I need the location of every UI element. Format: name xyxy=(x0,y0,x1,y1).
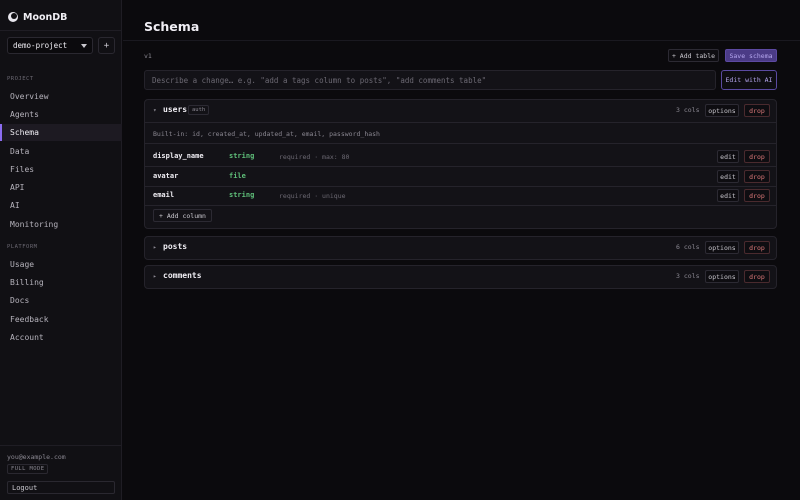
sidebar-item-agents[interactable]: Agents xyxy=(0,106,122,123)
field-row: display_name string required · max: 80 e… xyxy=(145,147,776,166)
auth-badge: auth xyxy=(188,105,210,115)
section-label-project: PROJECT xyxy=(7,76,34,82)
sidebar-item-monitoring[interactable]: Monitoring xyxy=(0,216,122,233)
table-header[interactable]: ▾ users auth 3 cols options drop xyxy=(145,100,776,122)
field-row: avatar file edit drop xyxy=(145,167,776,186)
table-name: posts xyxy=(163,242,188,251)
save-schema-button[interactable]: Save schema xyxy=(725,49,777,62)
table-options-button[interactable]: options xyxy=(705,270,739,283)
divider xyxy=(145,143,776,144)
field-row: email string required · unique edit drop xyxy=(145,186,776,205)
sidebar-item-ai[interactable]: AI xyxy=(0,197,122,214)
divider xyxy=(145,122,776,123)
column-count: 6 cols xyxy=(676,243,700,251)
sidebar-item-docs[interactable]: Docs xyxy=(0,292,122,309)
chevron-right-icon[interactable]: ▸ xyxy=(153,244,157,251)
add-table-button[interactable]: + Add table xyxy=(668,49,719,62)
drop-field-button[interactable]: drop xyxy=(744,150,770,163)
column-count: 3 cols xyxy=(676,272,700,280)
table-options-button[interactable]: options xyxy=(705,104,739,117)
page-title: Schema xyxy=(144,19,200,34)
divider xyxy=(145,205,776,206)
sidebar-item-data[interactable]: Data xyxy=(0,143,122,160)
edit-field-button[interactable]: edit xyxy=(717,150,739,163)
drop-table-button[interactable]: drop xyxy=(744,104,770,117)
ai-prompt-input[interactable]: Describe a change… e.g. "add a tags colu… xyxy=(144,70,716,90)
sidebar-item-overview[interactable]: Overview xyxy=(0,88,122,105)
logout-button[interactable]: Logout xyxy=(7,481,115,494)
add-project-button[interactable]: + xyxy=(98,37,115,54)
brand[interactable]: MoonDB xyxy=(8,10,67,24)
sidebar-item-files[interactable]: Files xyxy=(0,161,122,178)
drop-table-button[interactable]: drop xyxy=(744,241,770,254)
schema-version: v1 xyxy=(144,52,152,60)
plan-badge: FULL MODE xyxy=(7,464,49,474)
edit-with-ai-button[interactable]: Edit with AI xyxy=(721,70,777,90)
sidebar-item-account[interactable]: Account xyxy=(0,329,122,346)
drop-field-button[interactable]: drop xyxy=(744,170,770,183)
sidebar-item-api[interactable]: API xyxy=(0,179,122,196)
table-name: users xyxy=(163,105,188,114)
app-name: MoonDB xyxy=(23,11,68,23)
divider xyxy=(0,445,122,446)
sidebar: MoonDB demo-project + PROJECT Overview A… xyxy=(0,0,122,500)
field-name: email xyxy=(153,191,175,199)
table-options-button[interactable]: options xyxy=(705,241,739,254)
table-header[interactable]: ▸ comments 3 cols options drop xyxy=(145,266,776,288)
field-type: string xyxy=(229,152,255,160)
chevron-right-icon[interactable]: ▸ xyxy=(153,273,157,280)
drop-table-button[interactable]: drop xyxy=(744,270,770,283)
project-select[interactable]: demo-project xyxy=(7,37,93,54)
drop-field-button[interactable]: drop xyxy=(744,189,770,202)
chevron-down-icon[interactable]: ▾ xyxy=(153,107,157,114)
sidebar-item-usage[interactable]: Usage xyxy=(0,256,122,273)
chevron-down-icon xyxy=(81,43,87,48)
sidebar-item-feedback[interactable]: Feedback xyxy=(0,311,122,328)
table-card-posts: ▸ posts 6 cols options drop xyxy=(144,236,777,260)
sidebar-item-schema[interactable]: Schema xyxy=(0,124,122,141)
field-name: avatar xyxy=(153,172,179,180)
divider xyxy=(0,30,122,31)
moon-logo-icon xyxy=(8,12,18,22)
field-type: string xyxy=(229,191,255,199)
project-name: demo-project xyxy=(13,41,68,50)
builtin-fields: Built-in: id, created_at, updated_at, em… xyxy=(153,130,380,138)
section-label-platform: PLATFORM xyxy=(7,244,38,250)
table-header[interactable]: ▸ posts 6 cols options drop xyxy=(145,237,776,259)
field-constraints: required · max: 80 xyxy=(279,153,350,161)
add-column-button[interactable]: + Add column xyxy=(153,209,212,222)
table-name: comments xyxy=(163,271,202,280)
user-email: you@example.com xyxy=(7,453,66,461)
field-name: display_name xyxy=(153,152,204,160)
sidebar-item-billing[interactable]: Billing xyxy=(0,274,122,291)
edit-field-button[interactable]: edit xyxy=(717,189,739,202)
column-count: 3 cols xyxy=(676,106,700,114)
table-card-users: ▾ users auth 3 cols options drop Built-i… xyxy=(144,99,777,229)
field-type: file xyxy=(229,172,246,180)
table-card-comments: ▸ comments 3 cols options drop xyxy=(144,265,777,289)
divider xyxy=(123,40,800,41)
edit-field-button[interactable]: edit xyxy=(717,170,739,183)
field-constraints: required · unique xyxy=(279,192,346,200)
